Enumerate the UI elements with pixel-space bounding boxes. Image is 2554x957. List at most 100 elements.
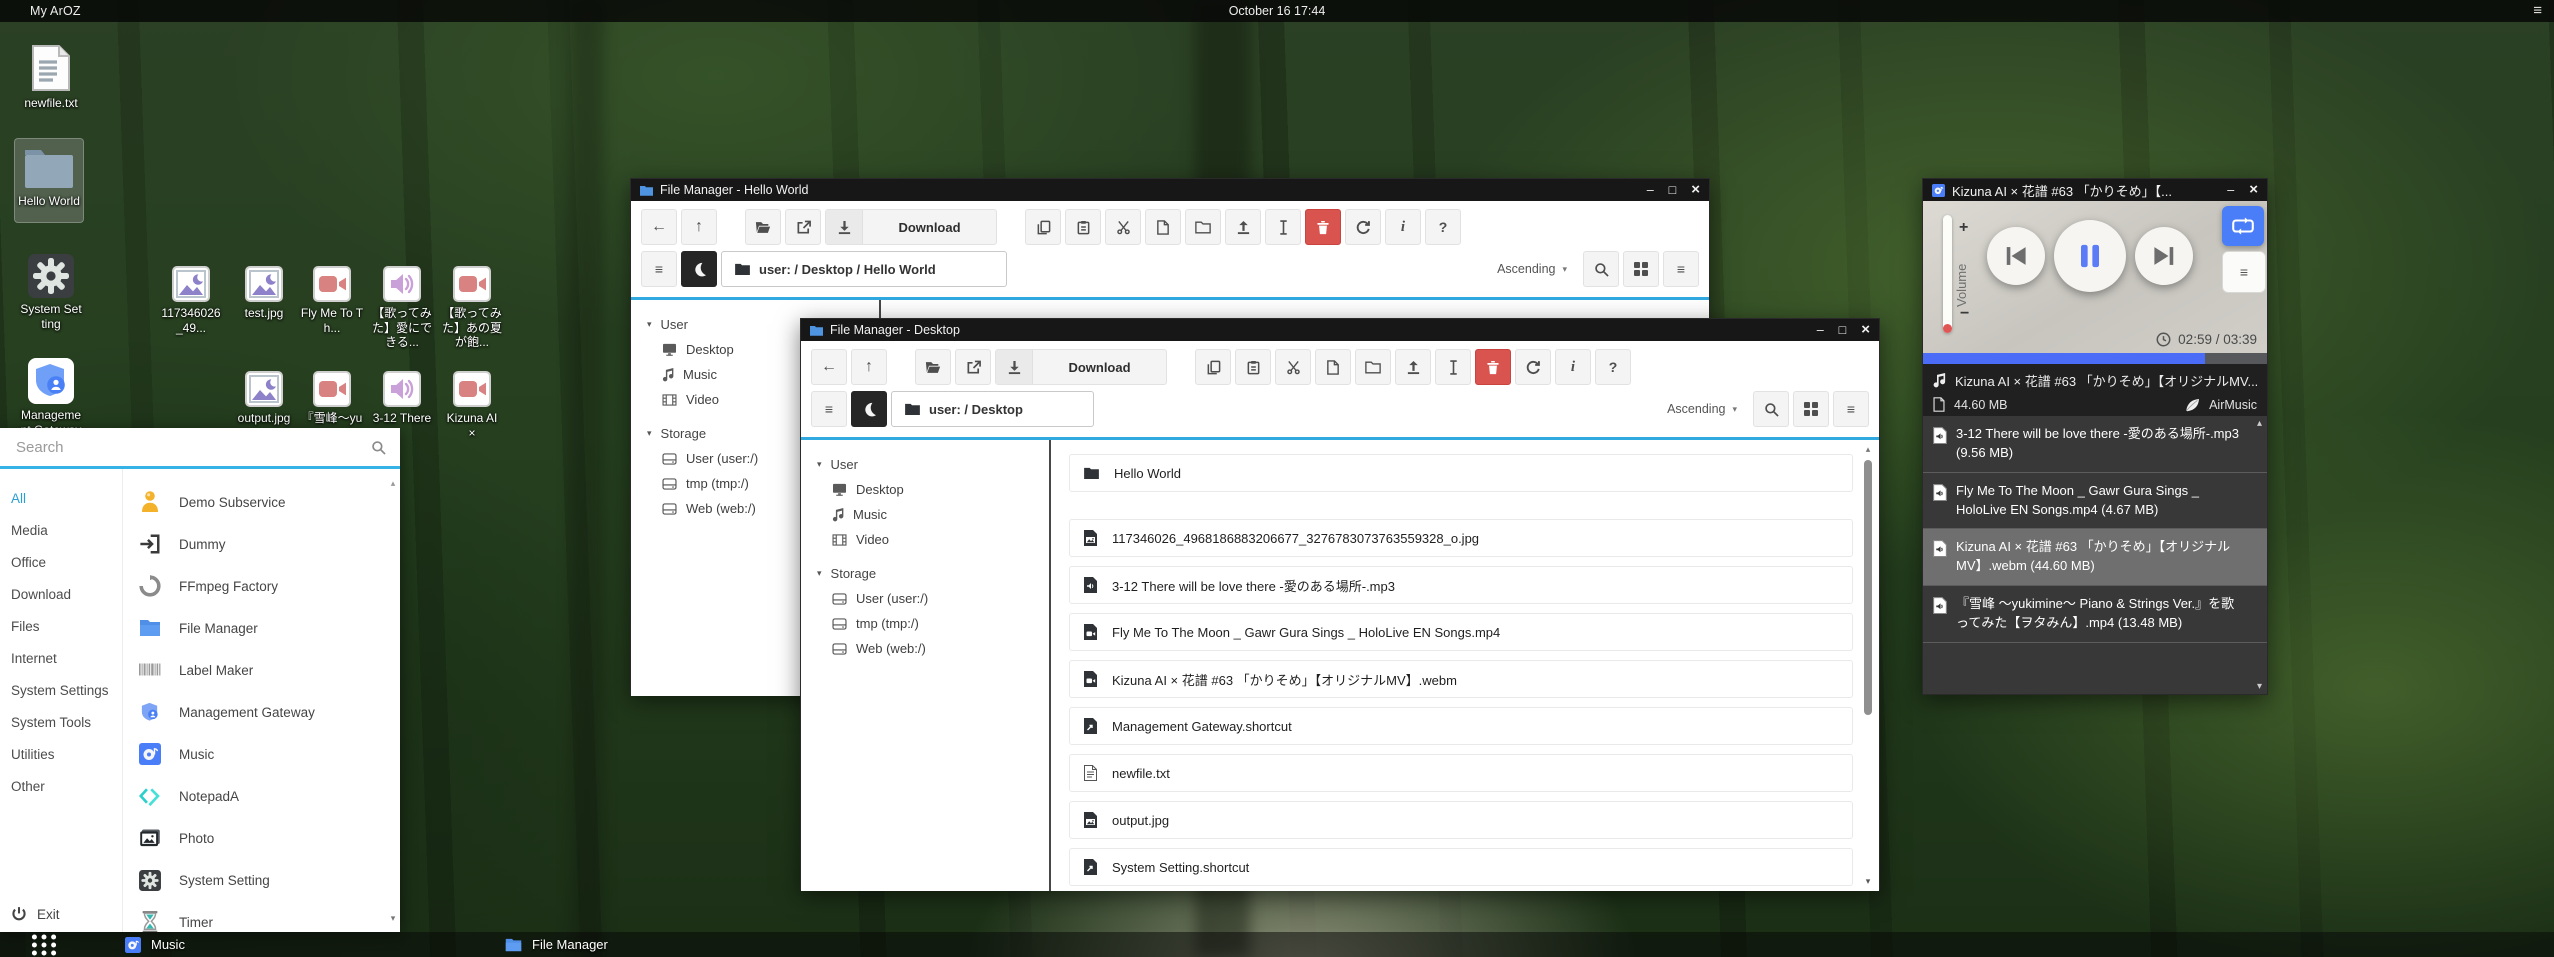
title-bar[interactable]: File Manager - Hello World – □ ×	[631, 179, 1709, 201]
scrollbar[interactable]: ▴ ▾	[1862, 444, 1874, 887]
file-row[interactable]: newfile.txt	[1069, 754, 1853, 792]
desktop-icon[interactable]: Fly Me To T h...	[297, 266, 367, 335]
menu-category[interactable]: All	[0, 483, 122, 515]
grid-view-button[interactable]	[1793, 391, 1829, 427]
pause-button[interactable]	[2054, 220, 2126, 292]
toolbar-button[interactable]	[1355, 349, 1391, 385]
volume-slider-handle[interactable]	[1943, 324, 1952, 333]
file-row[interactable]: 117346026_4968186883206677_3276783073763…	[1069, 519, 1853, 557]
title-bar[interactable]: Kizuna AI × 花譜 #63 「かりそめ」【... – ×	[1923, 179, 2267, 201]
sidebar-toggle-button[interactable]: ≡	[811, 391, 847, 427]
toolbar-button[interactable]	[1105, 209, 1141, 245]
toolbar-button[interactable]: i	[1385, 209, 1421, 245]
toolbar-button[interactable]	[1305, 209, 1341, 245]
toolbar-button[interactable]	[1475, 349, 1511, 385]
title-bar[interactable]: File Manager - Desktop – □ ×	[801, 319, 1879, 341]
volume-down-button[interactable]: −	[1960, 305, 1969, 323]
sidebar-item[interactable]: tmp (tmp:/)	[817, 611, 1049, 636]
desktop-icon[interactable]: test.jpg	[229, 266, 299, 321]
toolbar-button[interactable]: Download	[825, 209, 997, 245]
playlist-item[interactable]: 3-12 There will be love there -愛のある場所-.m…	[1923, 416, 2267, 473]
toolbar-button[interactable]	[745, 209, 781, 245]
toolbar-button[interactable]: Download	[995, 349, 1167, 385]
sidebar-item[interactable]: Desktop	[817, 477, 1049, 502]
toolbar-button[interactable]	[1025, 209, 1061, 245]
desktop-icon[interactable]: Hello World	[14, 138, 84, 223]
app-list-item[interactable]: File Manager	[137, 607, 382, 649]
app-launcher-button[interactable]	[30, 932, 58, 957]
sidebar-item[interactable]: Video	[817, 527, 1049, 552]
menu-category[interactable]: Files	[0, 611, 122, 643]
menu-category[interactable]: Download	[0, 579, 122, 611]
toolbar-button[interactable]	[1185, 209, 1221, 245]
desktop-icon[interactable]: output.jpg	[229, 371, 299, 426]
dark-mode-button[interactable]	[851, 391, 887, 427]
toolbar-button[interactable]	[1235, 349, 1271, 385]
scroll-up-icon[interactable]: ▴	[2257, 418, 2262, 429]
maximize-button[interactable]: □	[1669, 179, 1677, 201]
app-list-item[interactable]: Demo Subservice	[137, 481, 382, 523]
toolbar-button[interactable]	[1315, 349, 1351, 385]
dark-mode-button[interactable]	[681, 251, 717, 287]
toolbar-button[interactable]	[1195, 349, 1231, 385]
sidebar-item[interactable]: Web (web:/)	[817, 636, 1049, 661]
minimize-button[interactable]: –	[1647, 179, 1654, 201]
exit-button[interactable]: Exit	[0, 906, 60, 922]
scrollbar-thumb[interactable]	[1864, 460, 1872, 715]
toolbar-button[interactable]	[1345, 209, 1381, 245]
file-row[interactable]: Fly Me To The Moon _ Gawr Gura Sings _ H…	[1069, 613, 1853, 651]
menu-category[interactable]: Other	[0, 771, 122, 803]
breadcrumb[interactable]: user: / Desktop	[891, 391, 1094, 427]
minimize-button[interactable]: –	[2227, 179, 2234, 201]
desktop-icon[interactable]: 117346026 _49...	[156, 266, 226, 335]
maximize-button[interactable]: □	[1839, 319, 1847, 341]
scroll-down-icon[interactable]: ▾	[388, 913, 398, 924]
desktop-icon[interactable]: Manageme nt Gateway	[16, 358, 86, 437]
playlist-item[interactable]: Kizuna AI × 花譜 #63 「かりそめ」【オリジナルMV】.webm …	[1923, 529, 2267, 586]
desktop-icon[interactable]: 【歌ってみ た】あの夏 が飽...	[437, 266, 507, 350]
toolbar-button[interactable]	[1145, 209, 1181, 245]
app-list-item[interactable]: Timer	[137, 901, 382, 932]
menu-category[interactable]: Utilities	[0, 739, 122, 771]
toolbar-button[interactable]: ?	[1595, 349, 1631, 385]
search-input[interactable]	[14, 438, 371, 457]
scroll-down-icon[interactable]: ▾	[2257, 681, 2262, 692]
menu-category[interactable]: Internet	[0, 643, 122, 675]
toolbar-button[interactable]: ←	[811, 349, 847, 385]
volume-slider[interactable]	[1943, 215, 1952, 333]
toolbar-button[interactable]: ↑	[681, 209, 717, 245]
system-brand[interactable]: My ArOZ	[30, 4, 81, 18]
playlist-menu-button[interactable]: ≡	[2222, 251, 2266, 293]
toolbar-button[interactable]	[955, 349, 991, 385]
app-list-item[interactable]: Dummy	[137, 523, 382, 565]
previous-track-button[interactable]	[1987, 227, 2045, 285]
toolbar-button[interactable]	[915, 349, 951, 385]
sidebar-item[interactable]: ▾ User	[817, 452, 1049, 477]
toolbar-button[interactable]: ↑	[851, 349, 887, 385]
app-list-item[interactable]: NotepadA	[137, 775, 382, 817]
file-row[interactable]: 3-12 There will be love there -愛のある場所-.m…	[1069, 566, 1853, 604]
file-row[interactable]: output.jpg	[1069, 801, 1853, 839]
file-row[interactable]: Hello World	[1069, 454, 1853, 492]
file-row[interactable]: System Setting.shortcut	[1069, 848, 1853, 886]
close-button[interactable]: ×	[2249, 179, 2258, 201]
taskbar-item[interactable]: Music	[125, 932, 185, 957]
desktop-icon[interactable]: 【歌ってみ た】愛にで きる...	[367, 266, 437, 350]
close-button[interactable]: ×	[1861, 319, 1870, 341]
hamburger-icon[interactable]: ≡	[2533, 0, 2542, 22]
toolbar-button[interactable]	[1065, 209, 1101, 245]
toolbar-button[interactable]	[1515, 349, 1551, 385]
menu-category[interactable]: Office	[0, 547, 122, 579]
list-view-button[interactable]: ≡	[1833, 391, 1869, 427]
scroll-up-icon[interactable]: ▴	[1862, 444, 1874, 455]
sidebar-item[interactable]: Music	[817, 502, 1049, 527]
search-button[interactable]	[1583, 251, 1619, 287]
toolbar-button[interactable]	[1435, 349, 1471, 385]
toolbar-button[interactable]: ←	[641, 209, 677, 245]
search-button[interactable]	[1753, 391, 1789, 427]
app-list-item[interactable]: Photo	[137, 817, 382, 859]
toolbar-button[interactable]	[1275, 349, 1311, 385]
scroll-up-icon[interactable]: ▴	[388, 478, 398, 489]
app-list-item[interactable]: Music	[137, 733, 382, 775]
volume-up-button[interactable]: +	[1959, 219, 1968, 237]
